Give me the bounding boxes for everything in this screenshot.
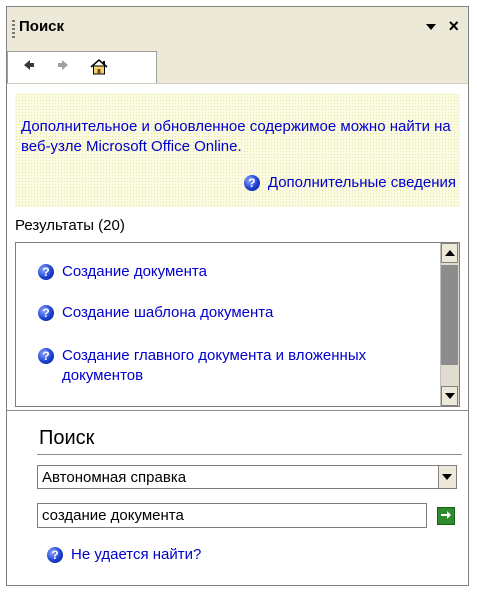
cant-find-link-label[interactable]: Не удается найти? [71, 545, 201, 565]
cant-find-link[interactable]: ? Не удается найти? [47, 545, 201, 565]
help-icon: ? [38, 348, 54, 364]
result-item[interactable]: ? Создание документа [38, 262, 207, 282]
help-icon: ? [38, 305, 54, 321]
search-heading-divider [37, 454, 462, 455]
online-info-panel: Дополнительное и обновленное содержимое … [15, 93, 460, 207]
more-info-link[interactable]: ? Дополнительные сведения [243, 173, 456, 193]
task-pane-title: Поиск [19, 18, 65, 35]
section-divider [7, 410, 468, 411]
online-info-text: Дополнительное и обновленное содержимое … [21, 118, 451, 155]
result-item-label[interactable]: Создание документа [62, 262, 207, 282]
search-go-button[interactable] [437, 507, 455, 525]
arrow-up-icon [445, 250, 455, 256]
search-task-pane: Поиск × Дополнительное и обновленное сод… [6, 6, 469, 586]
navigation-bar [7, 47, 468, 84]
help-icon: ? [243, 175, 260, 191]
result-item[interactable]: ? Создание шаблона документа [38, 303, 273, 323]
more-info-link-label[interactable]: Дополнительные сведения [268, 173, 456, 193]
help-icon: ? [38, 264, 54, 280]
search-scope-value: Автономная справка [42, 469, 187, 486]
chevron-down-icon[interactable] [426, 24, 436, 30]
arrow-down-icon [445, 393, 455, 399]
help-icon: ? [47, 547, 63, 563]
search-scope-select[interactable]: Автономная справка [37, 465, 457, 489]
dropdown-button[interactable] [438, 466, 456, 488]
drag-grip-icon[interactable] [12, 20, 15, 38]
forward-arrow-icon[interactable] [52, 57, 74, 79]
scroll-down-button[interactable] [441, 386, 458, 406]
search-input[interactable] [37, 503, 427, 528]
home-icon[interactable] [88, 57, 110, 79]
navigation-tab [7, 51, 157, 83]
chevron-down-icon [442, 474, 452, 480]
back-arrow-icon[interactable] [18, 57, 40, 79]
close-icon[interactable]: × [448, 17, 459, 35]
results-count-label: Результаты (20) [15, 217, 125, 234]
result-item-label[interactable]: Создание шаблона документа [62, 303, 273, 323]
result-item-label[interactable]: Создание главного документа и вложенных … [62, 346, 368, 386]
search-section-heading: Поиск [39, 427, 95, 449]
results-list: ? Создание документа ? Создание шаблона … [15, 242, 460, 407]
scroll-up-button[interactable] [441, 243, 458, 263]
task-pane-titlebar: Поиск × [7, 7, 468, 47]
scroll-thumb[interactable] [441, 265, 458, 365]
results-scrollbar[interactable] [440, 243, 459, 406]
result-item[interactable]: ? Создание главного документа и вложенны… [38, 346, 368, 386]
go-arrow-icon [441, 511, 451, 519]
